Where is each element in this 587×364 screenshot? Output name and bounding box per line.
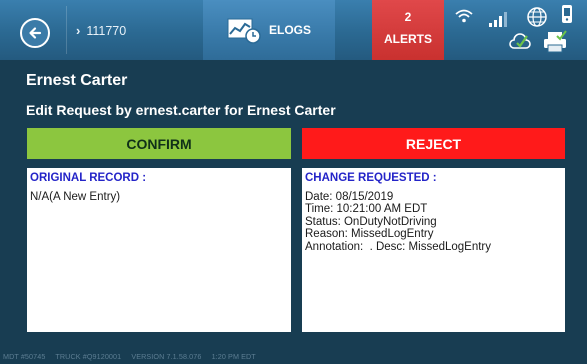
phone-icon xyxy=(562,5,572,23)
change-date: Date: 08/15/2019 xyxy=(305,190,394,203)
change-requested-title: CHANGE REQUESTED : xyxy=(305,172,437,184)
chevron-right-icon: › xyxy=(76,23,81,38)
divider xyxy=(66,6,67,54)
original-record-line: N/A(A New Entry) xyxy=(30,190,121,203)
change-reason: Reason: MissedLogEntry xyxy=(305,228,434,241)
confirm-button[interactable]: CONFIRM xyxy=(27,128,291,159)
reject-button[interactable]: REJECT xyxy=(302,128,565,159)
wifi-icon xyxy=(455,9,473,23)
tab-elogs[interactable]: ELOGS xyxy=(203,0,335,60)
alerts-label: ALERTS xyxy=(384,32,432,46)
vehicle-id: 111770 xyxy=(86,23,127,38)
original-record-panel: ORIGINAL RECORD : N/A(A New Entry) xyxy=(27,168,291,332)
page-subtitle: Edit Request by ernest.carter for Ernest… xyxy=(26,102,336,118)
back-button[interactable] xyxy=(20,18,50,48)
back-arrow-icon xyxy=(29,27,42,39)
alerts-button[interactable]: 2 ALERTS xyxy=(372,0,444,60)
original-record-title: ORIGINAL RECORD : xyxy=(30,172,147,184)
vehicle-selector[interactable]: › 111770 xyxy=(76,23,126,38)
change-status: Status: OnDutyNotDriving xyxy=(305,215,437,228)
footer-mdt: MDT #50745 xyxy=(3,352,46,361)
footer-truck: TRUCK #Q9120001 xyxy=(55,352,122,361)
footer-version: VERSION 7.1.58.076 xyxy=(131,352,202,361)
change-requested-panel: CHANGE REQUESTED : Date: 08/15/2019 Time… xyxy=(302,168,565,332)
globe-icon xyxy=(527,7,547,27)
alerts-count: 2 xyxy=(404,10,412,24)
printer-icon xyxy=(544,30,567,53)
tab-elogs-label: ELOGS xyxy=(268,23,311,37)
change-annotation: Annotation: . Desc: MissedLogEntry xyxy=(305,240,492,253)
signal-bars-icon xyxy=(489,12,507,27)
change-time: Time: 10:21:00 AM EDT xyxy=(305,203,428,216)
status-icons xyxy=(446,0,587,60)
top-bar: › 111770 ELOGS 2 ALERTS xyxy=(0,0,587,60)
status-footer: MDT #50745 TRUCK #Q9120001 VERSION 7.1.5… xyxy=(3,352,264,361)
elogs-chart-icon xyxy=(227,18,261,44)
footer-time: 1:20 PM EDT xyxy=(211,352,256,361)
page-title: Ernest Carter xyxy=(26,72,128,89)
cloud-check-icon xyxy=(509,33,531,49)
